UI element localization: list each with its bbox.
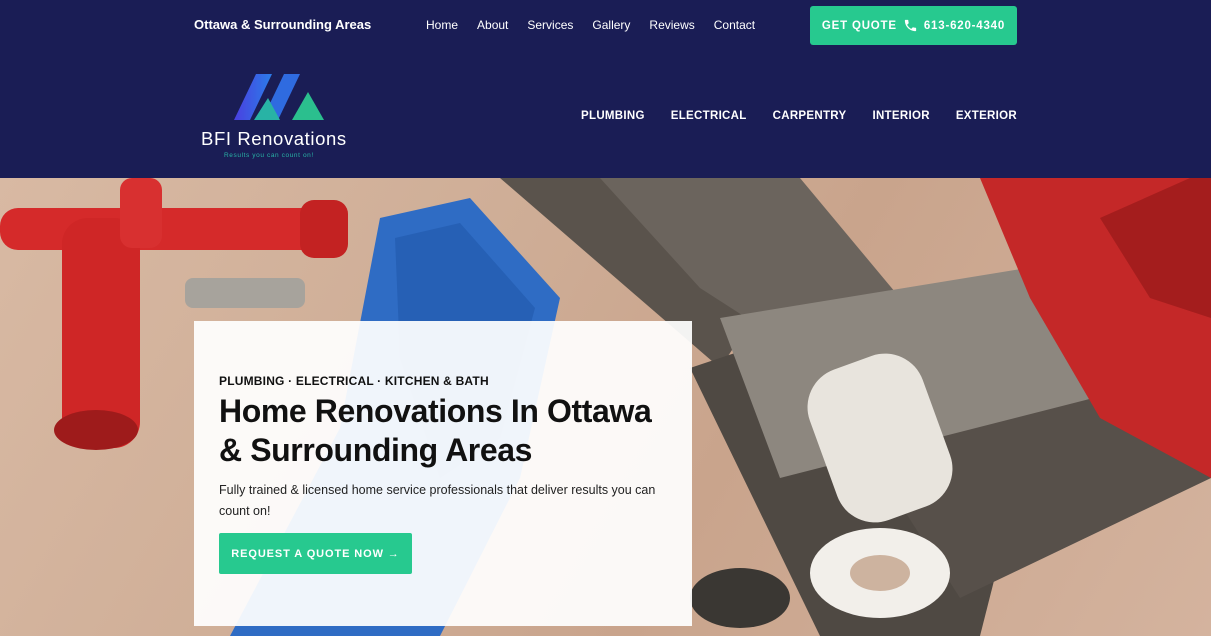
- top-bar: Ottawa & Surrounding Areas Home About Se…: [0, 0, 1211, 52]
- site-header: BFI Renovations Results you can count on…: [0, 52, 1211, 178]
- hero-section: PLUMBING · ELECTRICAL · KITCHEN & BATH H…: [0, 178, 1211, 636]
- hero-eyebrow: PLUMBING · ELECTRICAL · KITCHEN & BATH: [219, 374, 489, 388]
- nav-contact[interactable]: Contact: [714, 18, 755, 32]
- nav-electrical[interactable]: ELECTRICAL: [671, 110, 747, 122]
- request-quote-button[interactable]: REQUEST A QUOTE NOW →: [219, 533, 412, 574]
- nav-plumbing[interactable]: PLUMBING: [581, 110, 645, 122]
- top-nav: Home About Services Gallery Reviews Cont…: [426, 18, 755, 32]
- nav-exterior[interactable]: EXTERIOR: [956, 110, 1017, 122]
- logo[interactable]: BFI Renovations Results you can count on…: [196, 72, 370, 168]
- logo-mark-icon: [234, 74, 324, 120]
- main-nav: PLUMBING ELECTRICAL CARPENTRY INTERIOR E…: [581, 110, 1017, 122]
- get-quote-button[interactable]: GET QUOTE 613-620-4340: [810, 6, 1017, 45]
- nav-gallery[interactable]: Gallery: [592, 18, 630, 32]
- phone-icon: [904, 19, 916, 32]
- get-quote-label: GET QUOTE: [821, 19, 897, 32]
- nav-carpentry[interactable]: CARPENTRY: [773, 110, 847, 122]
- hero-intro: Fully trained & licensed home service pr…: [219, 483, 656, 518]
- nav-services[interactable]: Services: [527, 18, 573, 32]
- hero-headline: Home Renovations In Ottawa & Surrounding…: [219, 393, 652, 468]
- hero-card: PLUMBING · ELECTRICAL · KITCHEN & BATH H…: [194, 321, 692, 626]
- nav-interior[interactable]: INTERIOR: [872, 110, 929, 122]
- logo-name: BFI Renovations: [201, 128, 347, 149]
- nav-reviews[interactable]: Reviews: [649, 18, 694, 32]
- service-region: Ottawa & Surrounding Areas: [194, 17, 372, 32]
- nav-home[interactable]: Home: [426, 18, 458, 32]
- nav-about[interactable]: About: [477, 18, 508, 32]
- phone-number: 613-620-4340: [923, 19, 1006, 32]
- logo-tagline: Results you can count on!: [224, 152, 314, 159]
